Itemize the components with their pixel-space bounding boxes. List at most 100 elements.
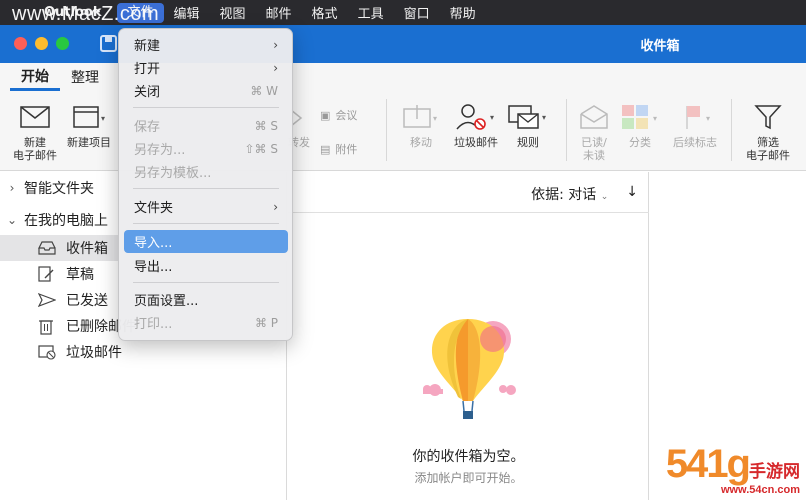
meeting-label: 会议 bbox=[335, 109, 358, 122]
inbox-icon bbox=[38, 241, 58, 255]
menu-item-label: 页面设置... bbox=[134, 294, 199, 309]
menu-separator bbox=[133, 107, 279, 108]
ribbon-divider bbox=[386, 99, 387, 161]
menu-format[interactable]: 格式 bbox=[302, 3, 348, 22]
tab-home[interactable]: 开始 bbox=[10, 66, 60, 91]
chevron-right-icon: › bbox=[273, 60, 278, 75]
menu-item-save[interactable]: 保存 ⌘ S bbox=[124, 114, 288, 137]
sidebar-group-label: 在我的电脑上 bbox=[24, 213, 108, 229]
menu-item-label: 关闭 bbox=[134, 85, 161, 100]
menu-help[interactable]: 帮助 bbox=[440, 3, 486, 22]
read-unread-button[interactable]: 已读/ 未读 bbox=[576, 101, 612, 162]
menu-item-label: 另存为模板... bbox=[134, 166, 212, 181]
close-window-button[interactable] bbox=[14, 37, 27, 50]
zoom-window-button[interactable] bbox=[56, 37, 69, 50]
junk-folder-icon bbox=[38, 344, 58, 360]
attachment-button[interactable]: ▤ 附件 bbox=[320, 141, 357, 157]
sidebar-group-label: 智能文件夹 bbox=[24, 181, 94, 197]
menu-item-import[interactable]: 导入... bbox=[124, 230, 288, 253]
followup-label: 后续标志 bbox=[673, 136, 717, 149]
new-email-label-1: 新建 bbox=[24, 136, 46, 149]
menu-item-save-as-template[interactable]: 另存为模板... bbox=[124, 160, 288, 183]
menu-item-print[interactable]: 打印... ⌘ P bbox=[124, 311, 288, 334]
rules-icon: ▾ bbox=[505, 101, 551, 133]
attachment-icon: ▤ bbox=[320, 142, 331, 156]
menu-item-label: 文件夹 bbox=[134, 201, 174, 216]
menu-item-label: 打开 bbox=[134, 62, 161, 77]
menu-item-close[interactable]: 关闭 ⌘ W bbox=[124, 79, 288, 102]
move-button[interactable]: ▾ 移动 bbox=[398, 101, 444, 149]
svg-text:▾: ▾ bbox=[653, 114, 657, 123]
list-divider bbox=[288, 212, 649, 213]
menu-item-folder[interactable]: 文件夹 › bbox=[124, 195, 288, 218]
empty-inbox-title: 你的收件箱为空。 bbox=[412, 449, 525, 465]
menu-item-page-setup[interactable]: 页面设置... bbox=[124, 288, 288, 311]
shortcut-label: ⇧⌘ S bbox=[244, 141, 279, 156]
menu-item-label: 保存 bbox=[134, 120, 161, 135]
filter-label-1: 筛选 bbox=[757, 136, 779, 149]
menu-window[interactable]: 窗口 bbox=[394, 3, 440, 22]
shortcut-label: ⌘ S bbox=[254, 118, 278, 133]
filter-email-button[interactable]: 筛选 电子邮件 bbox=[742, 101, 794, 162]
menu-item-export[interactable]: 导出... bbox=[124, 254, 288, 277]
menu-item-label: 新建 bbox=[134, 39, 161, 54]
junk-button[interactable]: ▾ 垃圾邮件 bbox=[450, 101, 502, 149]
calendar-envelope-icon: ▾ bbox=[63, 101, 115, 133]
draft-pencil-icon bbox=[38, 266, 58, 282]
categorize-label: 分类 bbox=[629, 136, 651, 149]
watermark-text: www.MacZ.com bbox=[12, 3, 160, 25]
menu-separator bbox=[133, 223, 279, 224]
rules-label: 规则 bbox=[517, 136, 539, 149]
meeting-button[interactable]: ▣ 会议 bbox=[320, 107, 357, 123]
svg-text:▾: ▾ bbox=[706, 114, 710, 123]
read-unread-label-1: 已读/ bbox=[581, 136, 607, 149]
sidebar-item-junk[interactable]: 垃圾邮件 bbox=[0, 339, 287, 365]
shortcut-label: ⌘ P bbox=[254, 315, 278, 330]
watermark-logo-suffix: 1g bbox=[706, 442, 751, 486]
menu-separator bbox=[133, 282, 279, 283]
filter-funnel-icon bbox=[742, 101, 794, 133]
categorize-button[interactable]: ▾ 分类 bbox=[617, 101, 663, 149]
new-item-button[interactable]: ▾ 新建项目 bbox=[63, 101, 115, 149]
chevron-down-icon[interactable]: ⌄ bbox=[0, 213, 24, 227]
menu-item-label: 导出... bbox=[134, 260, 173, 275]
send-icon bbox=[38, 293, 58, 307]
site-watermark-logo: 541g手游网 www.54cn.com bbox=[666, 444, 800, 496]
sidebar-item-label: 收件箱 bbox=[66, 241, 108, 257]
sort-by-dropdown[interactable]: 依据: 对话 ⌄ bbox=[531, 184, 608, 204]
empty-inbox-subtitle: 添加帐户即可开始。 bbox=[414, 471, 523, 485]
rules-button[interactable]: ▾ 规则 bbox=[505, 101, 551, 149]
shortcut-label: ⌘ W bbox=[250, 83, 278, 98]
open-envelope-icon bbox=[576, 101, 612, 133]
svg-text:▾: ▾ bbox=[101, 114, 105, 123]
move-label: 移动 bbox=[410, 136, 432, 149]
chevron-right-icon: › bbox=[273, 199, 278, 214]
menu-item-save-as[interactable]: 另存为... ⇧⌘ S bbox=[124, 137, 288, 160]
sort-label: 依据: 对话 bbox=[531, 187, 597, 203]
filter-label-2: 电子邮件 bbox=[746, 149, 790, 162]
menu-item-new[interactable]: 新建 › bbox=[124, 33, 288, 56]
minimize-window-button[interactable] bbox=[35, 37, 48, 50]
menu-view[interactable]: 视图 bbox=[210, 3, 256, 22]
menu-item-label: 打印... bbox=[134, 317, 173, 332]
tab-organize[interactable]: 整理 bbox=[60, 67, 110, 91]
menu-mail[interactable]: 邮件 bbox=[256, 3, 302, 22]
new-email-button[interactable]: 新建 电子邮件 bbox=[12, 101, 58, 162]
junk-user-icon: ▾ bbox=[450, 101, 502, 133]
menu-item-open[interactable]: 打开 › bbox=[124, 56, 288, 79]
junk-label: 垃圾邮件 bbox=[454, 136, 498, 149]
ribbon-divider bbox=[566, 99, 567, 161]
move-folder-icon: ▾ bbox=[398, 101, 444, 133]
meeting-icon: ▣ bbox=[320, 108, 331, 122]
sort-direction-arrow-icon[interactable]: ↓ bbox=[626, 184, 638, 204]
chevron-down-icon: ⌄ bbox=[600, 192, 609, 202]
flag-icon: ▾ bbox=[668, 101, 722, 133]
menu-edit[interactable]: 编辑 bbox=[164, 3, 210, 22]
category-grid-icon: ▾ bbox=[617, 101, 663, 133]
save-icon[interactable] bbox=[100, 35, 117, 52]
chevron-right-icon[interactable]: › bbox=[0, 181, 24, 195]
svg-text:▾: ▾ bbox=[542, 113, 546, 122]
menu-separator bbox=[133, 188, 279, 189]
followup-button[interactable]: ▾ 后续标志 bbox=[668, 101, 722, 149]
menu-tools[interactable]: 工具 bbox=[348, 3, 394, 22]
